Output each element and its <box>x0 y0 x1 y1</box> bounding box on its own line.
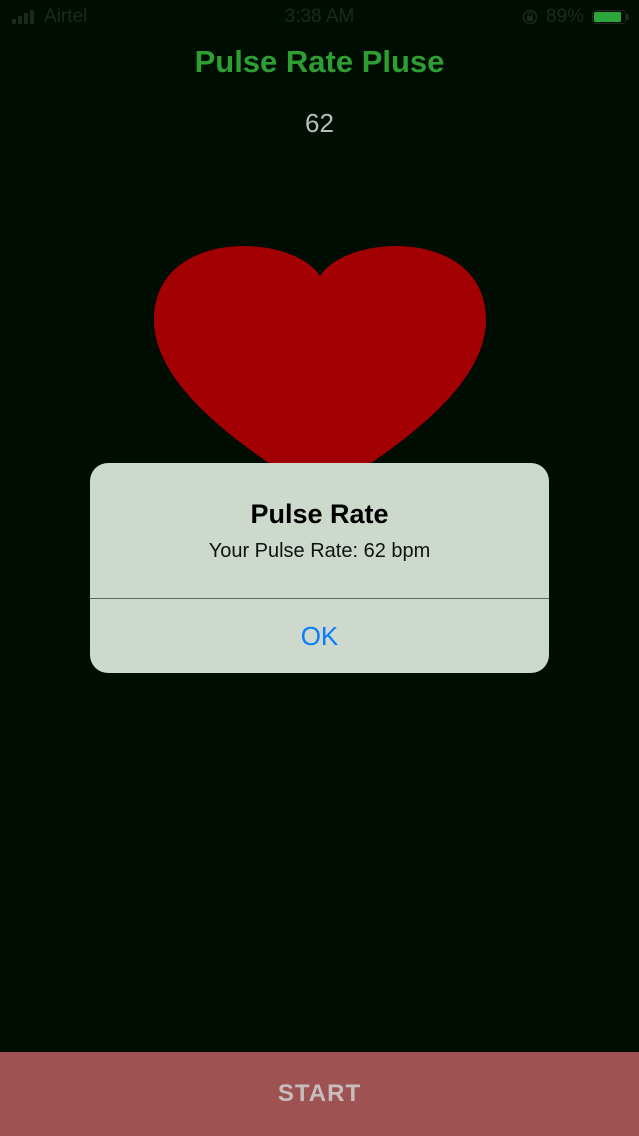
ok-button[interactable]: OK <box>90 599 549 673</box>
status-bar: Airtel 3:38 AM 89% <box>0 0 639 34</box>
start-button[interactable]: START <box>0 1052 639 1136</box>
app-title: Pulse Rate Pluse <box>194 44 445 79</box>
status-right: 89% <box>522 6 629 28</box>
heart-icon <box>153 246 487 496</box>
pulse-value: 62 <box>305 108 334 138</box>
battery-fill <box>594 12 621 22</box>
alert-dialog: Pulse Rate Your Pulse Rate: 62 bpm OK <box>90 463 549 673</box>
alert-title: Pulse Rate <box>250 499 389 529</box>
lock-rotation-icon <box>522 9 538 25</box>
battery-icon <box>592 10 629 24</box>
battery-percent: 89% <box>545 6 584 27</box>
alert-message: Your Pulse Rate: 62 bpm <box>208 540 431 562</box>
